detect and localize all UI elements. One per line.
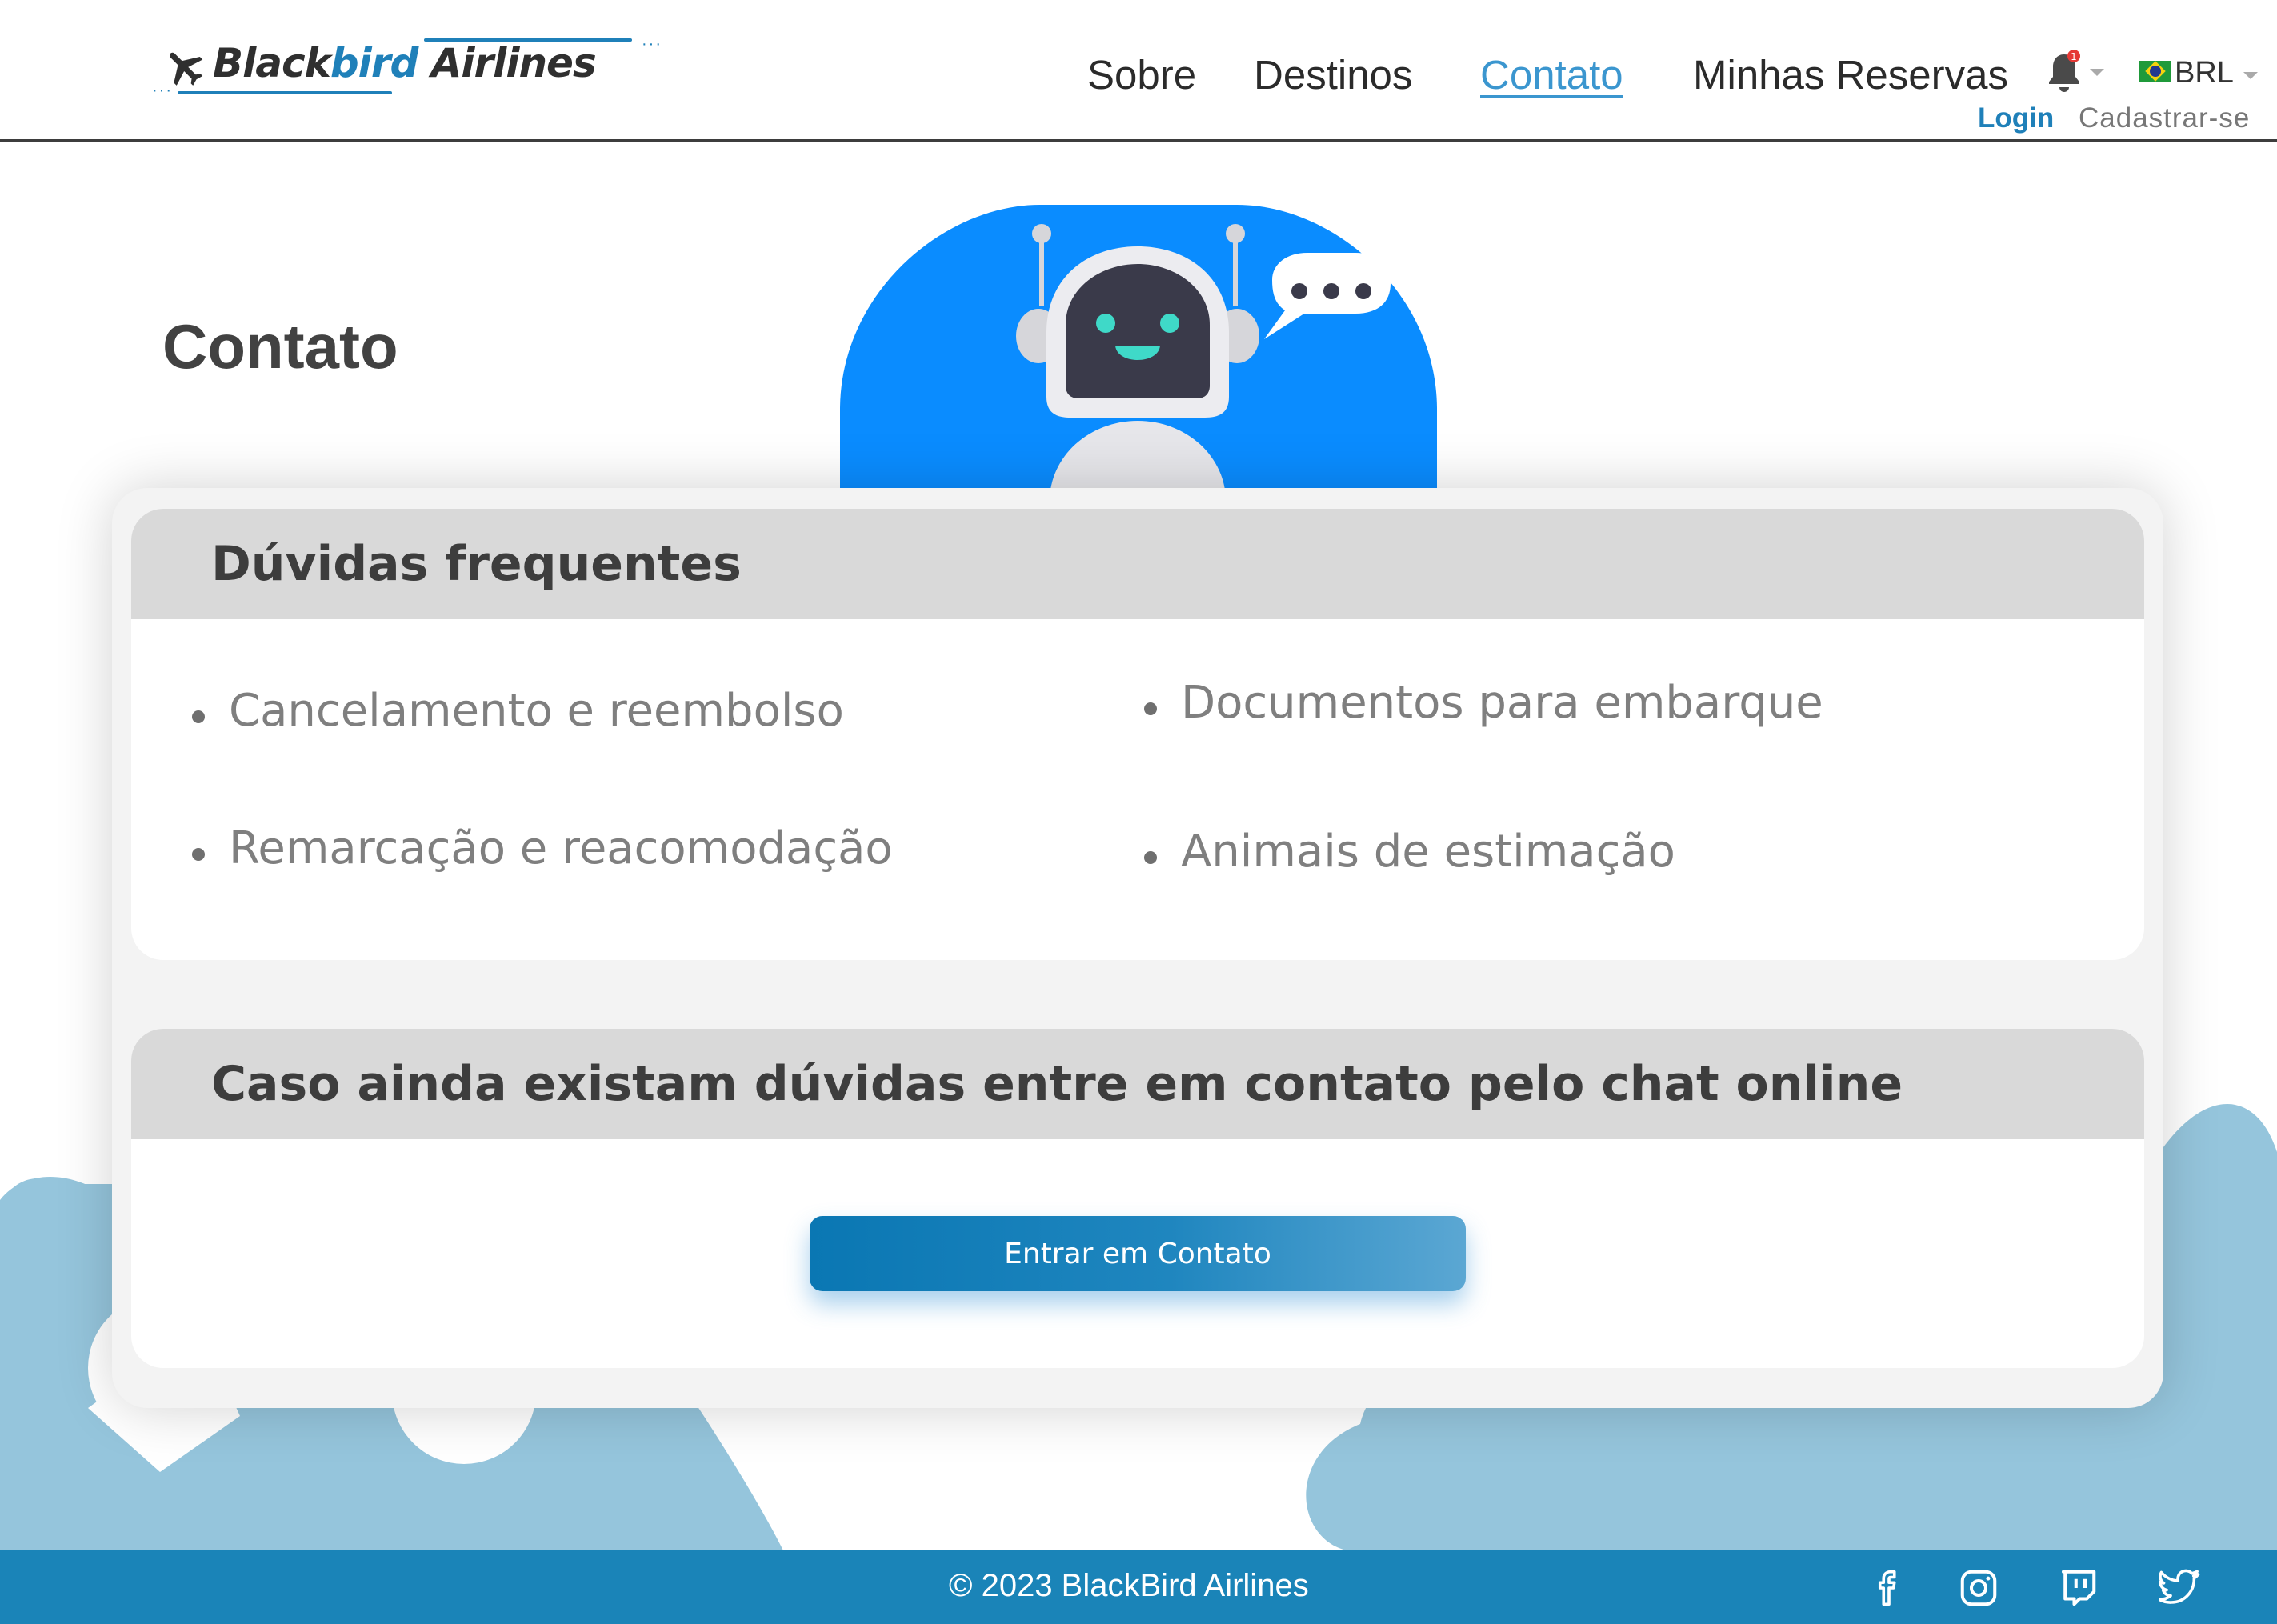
contact-button[interactable]: Entrar em Contato [810,1216,1466,1291]
faq-item-cancelamento[interactable]: Cancelamento e reembolso [192,685,844,737]
nav-link-sobre[interactable]: Sobre [1087,51,1196,98]
faq-title: Dúvidas frequentes [211,536,742,592]
instagram-icon[interactable] [1957,1566,2000,1610]
page-title: Contato [162,311,398,382]
faq-panel-header: Dúvidas frequentes [131,509,2144,619]
site-footer: © 2023 BlackBird Airlines [0,1550,2277,1624]
faq-item-animais[interactable]: Animais de estimação [1144,826,1675,878]
faq-item-remarcacao[interactable]: Remarcação e reacomodação [192,822,893,874]
contact-panel-header: Caso ainda existam dúvidas entre em cont… [131,1029,2144,1139]
chevron-down-icon [2243,72,2258,79]
chevron-down-icon [2090,69,2104,76]
faq-item-documentos[interactable]: Documentos para embarque [1144,677,1823,729]
twitch-icon[interactable] [2056,1566,2099,1610]
notification-badge: 1 [2071,51,2077,62]
notifications-button[interactable]: 1 [2043,48,2085,98]
main-nav: Sobre Destinos Contato Minhas Reservas [0,51,2277,107]
nav-link-minhas-reservas[interactable]: Minhas Reservas [1693,51,2008,98]
brazil-flag-icon [2139,61,2171,82]
contact-title: Caso ainda existam dúvidas entre em cont… [211,1056,1903,1112]
facebook-icon[interactable] [1867,1566,1911,1610]
site-header: ··· Blackbird Airlines ··· Sobre Destino… [0,0,2277,142]
contact-panel: Caso ainda existam dúvidas entre em cont… [131,1029,2144,1368]
login-link[interactable]: Login [1978,102,2054,134]
currency-label: BRL [2175,56,2234,90]
bell-icon: 1 [2049,50,2080,92]
copyright-text: © 2023 BlackBird Airlines [949,1568,1309,1603]
nav-link-contato[interactable]: Contato [1480,51,1623,98]
chatbot-robot-illustration [840,205,1437,490]
nav-link-destinos[interactable]: Destinos [1254,51,1412,98]
signup-link[interactable]: Cadastrar-se [2079,102,2250,134]
twitter-icon[interactable] [2157,1566,2202,1610]
faq-panel: Dúvidas frequentes Cancelamento e reembo… [131,509,2144,960]
